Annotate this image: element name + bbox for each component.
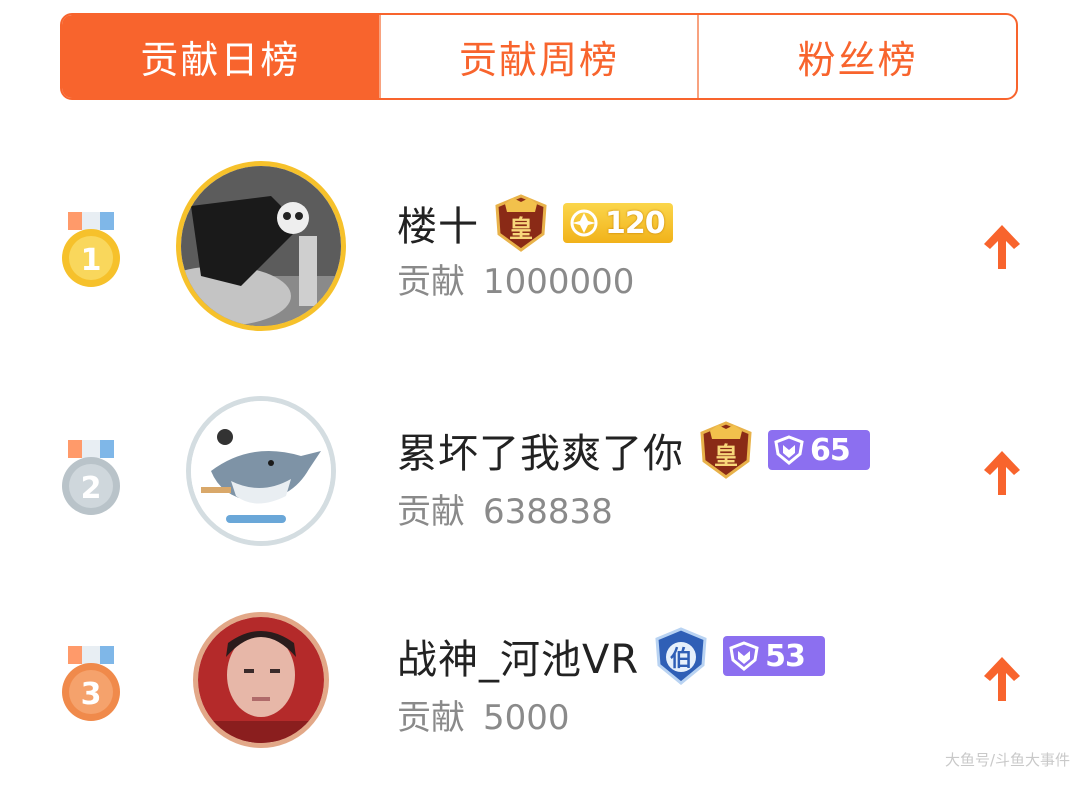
crest-icon [570, 209, 598, 237]
contribution-line: 贡献 638838 [397, 484, 613, 533]
level-number: 65 [810, 432, 851, 468]
user-name[interactable]: 楼十 [397, 194, 479, 252]
noble-crown-badge: 皇 [495, 194, 547, 252]
avatar[interactable] [186, 396, 336, 546]
contribution-label: 贡献 [397, 698, 465, 738]
noble-shield-badge: 伯 [655, 627, 707, 685]
medal-rank-number: 2 [81, 471, 102, 506]
arrow-up-icon [984, 451, 1020, 495]
silver-medal-icon: 2 [62, 440, 120, 515]
avatar[interactable] [176, 161, 346, 331]
watermark: 大鱼号/斗鱼大事件 [944, 751, 1070, 769]
noble-crown-badge: 皇 [700, 421, 752, 479]
level-badge: 120 [563, 203, 673, 243]
bronze-medal-icon: 3 [62, 646, 120, 721]
level-number: 53 [765, 638, 806, 674]
arrow-up-icon [984, 657, 1020, 701]
contribution-line: 贡献 5000 [397, 690, 570, 739]
gold-medal-icon: 1 [62, 212, 120, 287]
list-item[interactable]: 2 累坏了我爽了你 皇 65 贡献 638838 [0, 380, 1080, 570]
contribution-label: 贡献 [397, 262, 465, 302]
contribution-value: 5000 [483, 698, 570, 738]
level-badge: 65 [768, 430, 870, 470]
tab-fans[interactable]: 粉丝榜 [697, 15, 1016, 98]
ranking-tabs: 贡献日榜 贡献周榜 粉丝榜 [60, 13, 1018, 100]
level-number: 120 [605, 205, 666, 241]
medal-rank-number: 3 [81, 677, 102, 712]
noble-rank-text: 伯 [670, 646, 692, 672]
arrow-up-icon [984, 225, 1020, 269]
list-item[interactable]: 1 楼十 皇 120 贡献 1000000 [0, 150, 1080, 340]
medal-rank-number: 1 [81, 243, 102, 278]
avatar[interactable] [193, 612, 329, 748]
user-name[interactable]: 累坏了我爽了你 [397, 421, 684, 479]
contribution-label: 贡献 [397, 492, 465, 532]
noble-rank-text: 皇 [714, 442, 738, 470]
shield-icon [729, 641, 759, 671]
contribution-value: 1000000 [483, 262, 635, 302]
tab-weekly-contribution[interactable]: 贡献周榜 [378, 15, 698, 98]
level-badge: 53 [723, 636, 826, 676]
contribution-value: 638838 [483, 492, 613, 532]
shield-icon [774, 435, 804, 465]
user-name[interactable]: 战神_河池VR [397, 627, 639, 685]
contribution-line: 贡献 1000000 [397, 254, 634, 303]
tab-daily-contribution[interactable]: 贡献日榜 [62, 15, 379, 98]
noble-rank-text: 皇 [509, 215, 533, 243]
list-item[interactable]: 3 战神_河池VR 伯 53 贡献 5000 [0, 600, 1080, 790]
